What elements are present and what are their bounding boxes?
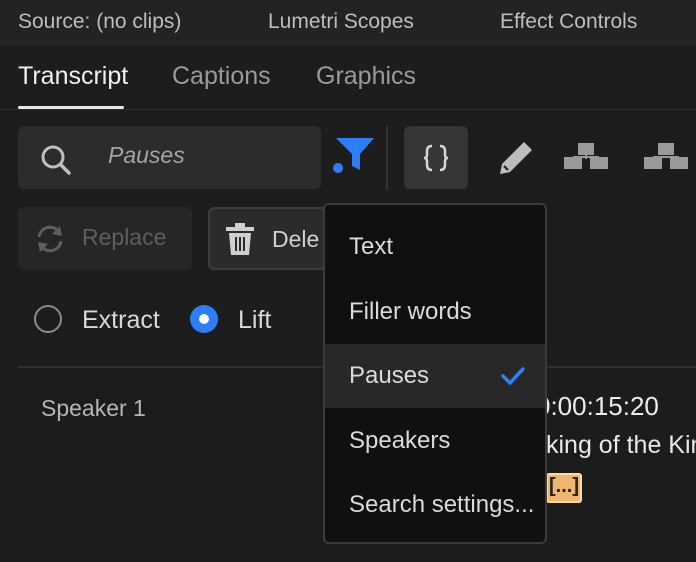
align-icon[interactable] [563, 142, 609, 177]
delete-label: Dele [272, 226, 320, 252]
panel-tab-lumetri-scopes[interactable]: Lumetri Scopes [268, 10, 414, 34]
transcript-text[interactable]: king of the Kin [546, 431, 696, 460]
search-icon [40, 144, 72, 181]
pencil-icon[interactable] [498, 140, 534, 181]
pause-marker[interactable]: [...] [546, 473, 582, 503]
timecode: 0:00:15:20 [536, 391, 659, 421]
menu-item-search-settings[interactable]: Search settings... [325, 473, 545, 537]
tab-transcript[interactable]: Transcript [18, 62, 128, 91]
checkmark-icon [501, 366, 525, 391]
radio-extract[interactable] [34, 305, 62, 333]
toolbar-divider [386, 126, 388, 190]
menu-item-filler-words-label: Filler words [349, 298, 472, 325]
panel-tab-source[interactable]: Source: (no clips) [18, 10, 181, 34]
radio-lift[interactable] [190, 305, 218, 333]
code-icon [423, 144, 449, 172]
search-input[interactable]: Pauses [108, 142, 185, 169]
refresh-icon [37, 225, 63, 253]
radio-lift-label[interactable]: Lift [238, 306, 271, 335]
panel-tab-strip: Source: (no clips) Lumetri Scopes Effect… [0, 0, 696, 46]
menu-item-filler-words[interactable]: Filler words [325, 280, 545, 344]
trash-icon [226, 223, 254, 255]
menu-item-text-label: Text [349, 233, 394, 260]
menu-item-pauses-label: Pauses [349, 362, 430, 389]
replace-button[interactable]: Replace [18, 207, 192, 270]
menu-item-pauses[interactable]: Pauses [325, 344, 545, 408]
sub-tab-bar: Transcript Captions Graphics [0, 50, 696, 110]
tab-captions[interactable]: Captions [172, 62, 271, 91]
search-field[interactable]: Pauses [18, 126, 321, 189]
active-tab-indicator [18, 106, 124, 109]
replace-label: Replace [82, 224, 167, 250]
menu-item-speakers-label: Speakers [349, 427, 451, 454]
menu-item-speakers[interactable]: Speakers [325, 409, 545, 473]
search-filter-dropdown: Text Filler words Pauses Speakers Search… [323, 203, 547, 544]
distribute-icon[interactable] [643, 142, 689, 177]
radio-extract-label[interactable]: Extract [82, 306, 160, 335]
case-sensitive-button[interactable] [404, 126, 468, 189]
speaker-label[interactable]: Speaker 1 [41, 395, 146, 422]
menu-item-text[interactable]: Text [325, 215, 545, 279]
panel-tab-effect-controls[interactable]: Effect Controls [500, 10, 637, 34]
tab-graphics[interactable]: Graphics [316, 62, 416, 91]
menu-item-search-settings-label: Search settings... [349, 491, 535, 518]
filter-icon[interactable] [330, 136, 376, 181]
